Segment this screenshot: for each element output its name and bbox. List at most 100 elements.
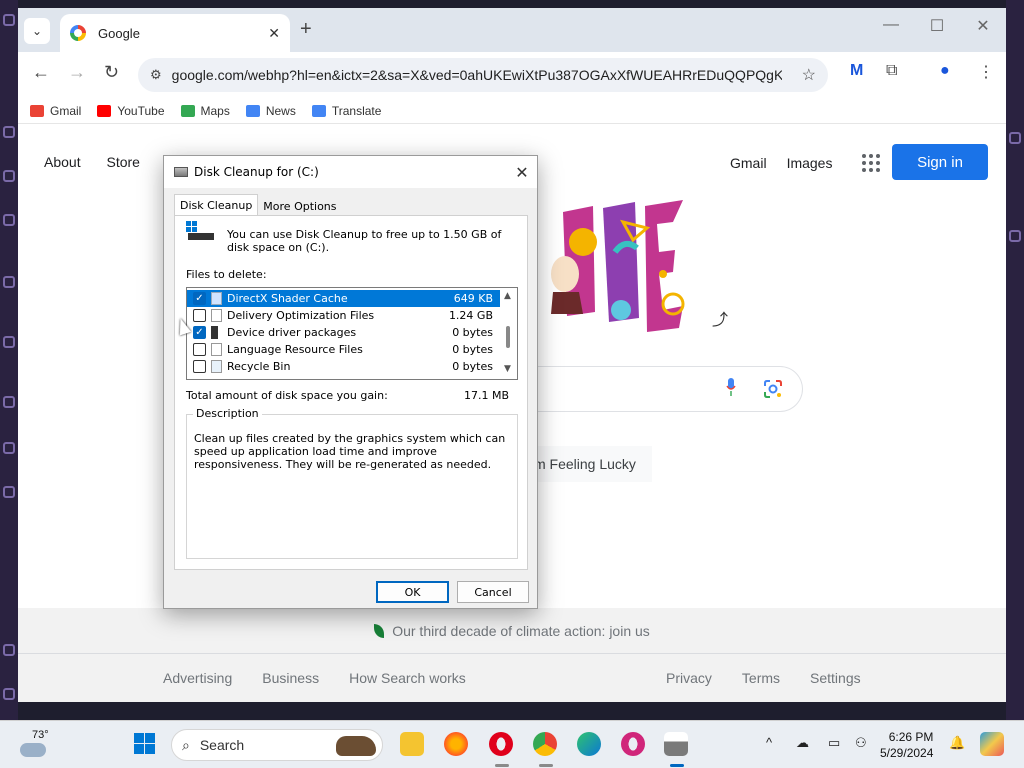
file-row-directx-shader-cache[interactable]: ✓ DirectX Shader Cache 649 KB xyxy=(187,290,501,307)
tab-more-options[interactable]: More Options xyxy=(258,196,341,217)
terms-link[interactable]: Terms xyxy=(742,670,780,686)
taskbar-search[interactable]: ⌕ Search xyxy=(171,729,383,761)
climate-banner[interactable]: Our third decade of climate action: join… xyxy=(18,608,1006,654)
about-link[interactable]: About xyxy=(44,154,81,170)
checkbox[interactable] xyxy=(193,309,206,322)
bookmark-star-icon[interactable]: ☆ xyxy=(802,65,816,85)
images-link[interactable]: Images xyxy=(787,155,833,171)
url-text[interactable]: google.com/webhp?hl=en&ictx=2&sa=X&ved=0… xyxy=(172,67,782,83)
close-window-button[interactable]: ✕ xyxy=(960,16,1006,36)
privacy-link[interactable]: Privacy xyxy=(666,670,712,686)
file-icon xyxy=(211,309,222,322)
dialog-title-bar[interactable]: Disk Cleanup for (C:) ✕ xyxy=(164,156,537,188)
tab-google[interactable]: Google ✕ xyxy=(60,14,290,52)
onedrive-offline-icon[interactable]: ☁ xyxy=(796,735,809,751)
bookmark-youtube[interactable]: YouTube xyxy=(97,104,165,118)
file-row-device-driver-packages[interactable]: ✓ Device driver packages 0 bytes xyxy=(187,324,501,341)
checkbox[interactable]: ✓ xyxy=(193,326,206,339)
minimize-button[interactable]: — xyxy=(868,16,914,36)
google-top-right-links: Gmail Images xyxy=(730,154,881,172)
desktop-left-edge xyxy=(0,0,18,720)
file-row-language-resource-files[interactable]: Language Resource Files 0 bytes xyxy=(187,341,501,358)
search-placeholder: Search xyxy=(199,737,245,753)
clock[interactable]: 6:26 PM 5/29/2024 xyxy=(880,729,933,761)
tab-disk-cleanup[interactable]: Disk Cleanup xyxy=(174,194,259,217)
back-button[interactable]: ← xyxy=(32,62,50,83)
recycle-bin-icon xyxy=(211,360,222,373)
tab-search-dropdown[interactable]: ⌄ xyxy=(24,18,50,44)
malwarebytes-extension-icon[interactable]: M xyxy=(850,62,863,80)
store-link[interactable]: Store xyxy=(106,154,139,170)
edge-icon[interactable] xyxy=(577,732,601,756)
drive-icon xyxy=(174,167,188,177)
extensions-puzzle-icon[interactable]: ⧉ xyxy=(886,62,897,80)
scroll-down-icon[interactable]: ▼ xyxy=(504,364,511,374)
new-tab-button[interactable]: + xyxy=(300,18,312,41)
scroll-up-icon[interactable]: ▲ xyxy=(504,291,511,301)
business-link[interactable]: Business xyxy=(262,670,319,686)
file-icon xyxy=(211,343,222,356)
disk-cleanup-icon xyxy=(186,221,214,240)
how-search-works-link[interactable]: How Search works xyxy=(349,670,466,686)
sign-in-button[interactable]: Sign in xyxy=(892,144,988,180)
scroll-thumb[interactable] xyxy=(506,326,510,348)
feeling-lucky-button[interactable]: m Feeling Lucky xyxy=(526,446,652,482)
bookmark-news[interactable]: News xyxy=(245,104,296,118)
running-indicator xyxy=(539,764,553,767)
maximize-button[interactable]: ☐ xyxy=(914,16,960,36)
address-bar[interactable]: ⚙ google.com/webhp?hl=en&ictx=2&sa=X&ved… xyxy=(138,58,828,92)
tab-close-icon[interactable]: ✕ xyxy=(268,25,280,42)
browser-menu-icon[interactable]: ⋮ xyxy=(978,62,994,82)
file-name: DirectX Shader Cache xyxy=(227,292,348,305)
checkbox[interactable] xyxy=(193,360,206,373)
desktop-right-edge xyxy=(1006,0,1024,720)
weather-widget[interactable]: 73° xyxy=(20,727,54,763)
share-icon[interactable]: ⤴ xyxy=(712,306,728,330)
file-explorer-icon[interactable] xyxy=(400,732,424,756)
start-button[interactable] xyxy=(133,732,157,756)
opera-icon[interactable] xyxy=(489,732,513,756)
bookmark-translate[interactable]: Translate xyxy=(311,103,382,118)
network-icon[interactable]: ⚇ xyxy=(855,735,867,751)
tab-strip: ⌄ Google ✕ + — ☐ ✕ xyxy=(18,8,1006,52)
site-info-icon[interactable]: ⚙ xyxy=(150,67,162,83)
space-gain-value: 17.1 MB xyxy=(463,389,509,402)
google-doodle-image[interactable] xyxy=(523,192,703,340)
bookmark-gmail[interactable]: Gmail xyxy=(30,104,81,118)
file-row-delivery-optimization[interactable]: Delivery Optimization Files 1.24 GB xyxy=(187,307,501,324)
checkbox[interactable] xyxy=(193,343,206,356)
cancel-button[interactable]: Cancel xyxy=(457,581,529,603)
bookmark-label: Translate xyxy=(331,103,382,118)
reload-button[interactable]: ↻ xyxy=(104,62,119,83)
google-apps-icon[interactable] xyxy=(862,154,881,172)
copilot-icon[interactable] xyxy=(980,732,1004,756)
advertising-link[interactable]: Advertising xyxy=(163,670,232,686)
file-row-recycle-bin[interactable]: Recycle Bin 0 bytes xyxy=(187,358,501,375)
footer-right-links: Privacy Terms Settings xyxy=(666,670,891,686)
youtube-icon xyxy=(97,104,112,117)
disk-cleanup-taskbar-icon[interactable] xyxy=(664,732,688,756)
checkbox[interactable]: ✓ xyxy=(193,292,206,305)
file-size: 649 KB xyxy=(453,292,493,305)
intro-text: You can use Disk Cleanup to free up to 1… xyxy=(227,228,502,254)
firefox-icon[interactable] xyxy=(444,732,468,756)
taskbar: 73° ⌕ Search ^ ☁ ▭ ⚇ 6:26 PM 5/29/2024 🔔 xyxy=(0,720,1024,768)
google-lens-icon[interactable] xyxy=(764,380,782,398)
forward-button[interactable]: → xyxy=(68,62,86,83)
tray-overflow-icon[interactable]: ^ xyxy=(766,735,772,750)
gmail-link[interactable]: Gmail xyxy=(730,155,767,171)
chrome-icon[interactable] xyxy=(533,732,557,756)
ok-button[interactable]: OK xyxy=(376,581,449,603)
bookmark-maps[interactable]: Maps xyxy=(180,103,230,118)
notification-bell-icon[interactable]: 🔔 xyxy=(949,735,965,751)
opera-gx-icon[interactable] xyxy=(621,732,645,756)
files-list[interactable]: ✓ DirectX Shader Cache 649 KB Delivery O… xyxy=(186,287,518,380)
profile-avatar-icon[interactable]: ● xyxy=(940,62,950,80)
cloud-icon xyxy=(20,743,46,757)
voice-search-icon[interactable] xyxy=(726,378,736,396)
bookmark-label: Maps xyxy=(200,103,230,118)
display-icon[interactable]: ▭ xyxy=(828,735,840,751)
files-list-scrollbar[interactable]: ▲ ▼ xyxy=(500,288,517,379)
dialog-close-button[interactable]: ✕ xyxy=(507,163,537,182)
settings-link[interactable]: Settings xyxy=(810,670,861,686)
